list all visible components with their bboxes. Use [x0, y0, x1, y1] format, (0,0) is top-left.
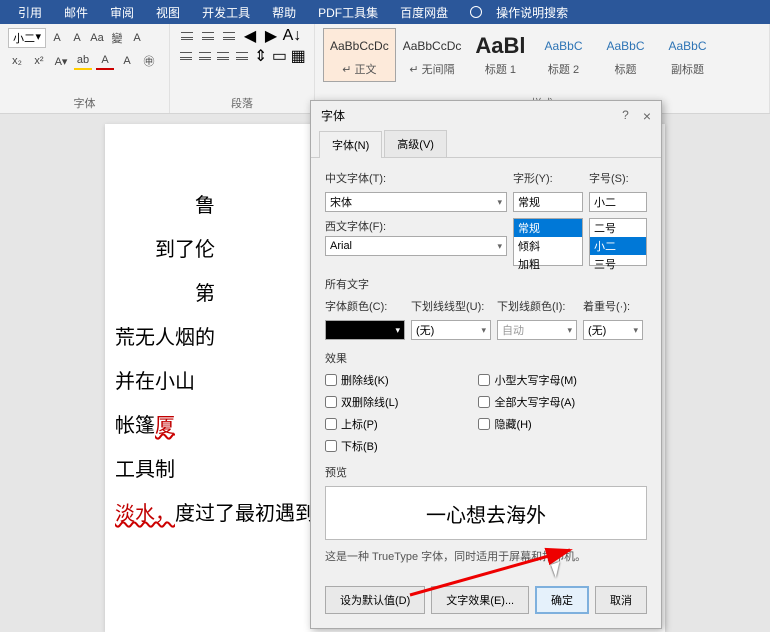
subscript-checkbox[interactable]: 下标(B): [325, 438, 398, 454]
double-strike-checkbox[interactable]: 双删除线(L): [325, 394, 398, 410]
char-border-button[interactable]: A: [128, 29, 146, 47]
font-size-label: 字号(S):: [589, 170, 647, 186]
emphasis-label: 着重号(·):: [583, 298, 643, 314]
preview-label: 预览: [325, 464, 647, 480]
strikethrough-checkbox[interactable]: 删除线(K): [325, 372, 398, 388]
text-effect-button[interactable]: A▾: [52, 52, 70, 70]
list-item[interactable]: 加粗: [514, 255, 582, 273]
western-font-label: 西文字体(F):: [325, 218, 507, 234]
dialog-titlebar[interactable]: 字体 ? ×: [311, 101, 661, 130]
chinese-font-combo[interactable]: 宋体▾: [325, 192, 507, 212]
dialog-tab-advanced[interactable]: 高级(V): [384, 130, 447, 157]
dialog-tabs: 字体(N) 高级(V): [311, 130, 661, 158]
paragraph-group-label: 段落: [178, 93, 306, 111]
multilevel-button[interactable]: [220, 28, 238, 44]
ribbon-tabs: 引用 邮件 审阅 视图 开发工具 帮助 PDF工具集 百度网盘 操作说明搜索: [0, 0, 770, 24]
underline-style-label: 下划线线型(U):: [411, 298, 491, 314]
shrink-font-button[interactable]: A: [68, 29, 86, 47]
underline-style-combo[interactable]: (无)▾: [411, 320, 491, 340]
font-color-label: 字体颜色(C):: [325, 298, 405, 314]
bulb-icon: [470, 6, 482, 18]
underline-color-combo: 自动▾: [497, 320, 577, 340]
decrease-indent-button[interactable]: ◀: [241, 28, 259, 44]
phonetic-guide-button[interactable]: 變: [108, 29, 126, 47]
borders-button[interactable]: ▦: [290, 48, 306, 64]
dialog-help-button[interactable]: ?: [622, 108, 629, 124]
dialog-title: 字体: [321, 107, 345, 124]
font-size-input[interactable]: 小二: [589, 192, 647, 212]
set-default-button[interactable]: 设为默认值(D): [325, 586, 425, 614]
font-style-input[interactable]: 常规: [513, 192, 583, 212]
tab-developer[interactable]: 开发工具: [192, 0, 260, 25]
font-dialog: 字体 ? × 字体(N) 高级(V) 中文字体(T): 字形(Y): 字号(S)…: [310, 100, 662, 629]
tab-mailings[interactable]: 邮件: [54, 0, 98, 25]
style-nospacing[interactable]: AaBbCcDc↵ 无间隔: [396, 28, 469, 82]
sort-button[interactable]: A↓: [283, 28, 301, 44]
all-text-label: 所有文字: [325, 276, 647, 292]
bullets-button[interactable]: [178, 28, 196, 44]
dialog-close-button[interactable]: ×: [643, 108, 651, 124]
tab-review[interactable]: 审阅: [100, 0, 144, 25]
style-title[interactable]: AaBbC标题: [595, 28, 657, 82]
align-left-button[interactable]: [178, 48, 194, 64]
style-heading2[interactable]: AaBbC标题 2: [533, 28, 595, 82]
effects-label: 效果: [325, 350, 647, 366]
emphasis-combo[interactable]: (无)▾: [583, 320, 643, 340]
justify-button[interactable]: [234, 48, 250, 64]
text-effects-button[interactable]: 文字效果(E)...: [431, 586, 529, 614]
dialog-tab-font[interactable]: 字体(N): [319, 131, 382, 158]
preview-box: 一心想去海外: [325, 486, 647, 540]
font-style-listbox[interactable]: 常规 倾斜 加粗: [513, 218, 583, 266]
mouse-cursor-icon: [553, 562, 567, 582]
font-group-label: 字体: [8, 93, 161, 111]
font-group: 小二▾ A A Aa 變 A x₂ x² A▾ ab A A ㊥ 字体: [0, 24, 170, 113]
subscript-button[interactable]: x²: [30, 52, 48, 70]
font-style-label: 字形(Y):: [513, 170, 583, 186]
tab-help[interactable]: 帮助: [262, 0, 306, 25]
tab-view[interactable]: 视图: [146, 0, 190, 25]
chinese-font-label: 中文字体(T):: [325, 170, 507, 186]
superscript-checkbox[interactable]: 上标(P): [325, 416, 398, 432]
highlight-button[interactable]: ab: [74, 52, 92, 70]
allcaps-checkbox[interactable]: 全部大写字母(A): [478, 394, 577, 410]
font-size-combo[interactable]: 小二▾: [8, 28, 46, 48]
font-color-combo[interactable]: ▾: [325, 320, 405, 340]
western-font-combo[interactable]: Arial▾: [325, 236, 507, 256]
style-heading1[interactable]: AaBl标题 1: [468, 28, 532, 82]
smallcaps-checkbox[interactable]: 小型大写字母(M): [478, 372, 577, 388]
align-center-button[interactable]: [197, 48, 213, 64]
tab-references[interactable]: 引用: [8, 0, 52, 25]
font-color-button[interactable]: A: [96, 52, 114, 70]
ok-button[interactable]: 确定: [535, 586, 589, 614]
style-subtitle[interactable]: AaBbC副标题: [657, 28, 719, 82]
char-shading-button[interactable]: A: [118, 52, 136, 70]
line-spacing-button[interactable]: ⇕: [253, 48, 269, 64]
shading-button[interactable]: ▭: [272, 48, 288, 64]
grow-font-button[interactable]: A: [48, 29, 66, 47]
change-case-button[interactable]: Aa: [88, 29, 106, 47]
tab-pdf[interactable]: PDF工具集: [308, 0, 388, 25]
tab-baidu[interactable]: 百度网盘: [390, 0, 458, 25]
style-normal[interactable]: AaBbCcDc↵ 正文: [323, 28, 396, 82]
superscript-button[interactable]: x₂: [8, 52, 26, 70]
paragraph-group: ◀ ▶ A↓ ⇕ ▭ ▦ 段落: [170, 24, 315, 113]
font-size-listbox[interactable]: 二号 小二 三号: [589, 218, 647, 266]
list-item[interactable]: 二号: [590, 219, 646, 237]
list-item[interactable]: 小二: [590, 237, 646, 255]
cancel-button[interactable]: 取消: [595, 586, 647, 614]
increase-indent-button[interactable]: ▶: [262, 28, 280, 44]
list-item[interactable]: 常规: [514, 219, 582, 237]
underline-color-label: 下划线颜色(I):: [497, 298, 577, 314]
align-right-button[interactable]: [215, 48, 231, 64]
enclose-char-button[interactable]: ㊥: [140, 52, 158, 70]
preview-note: 这是一种 TrueType 字体，同时适用于屏幕和打印机。: [325, 548, 647, 564]
list-item[interactable]: 倾斜: [514, 237, 582, 255]
numbering-button[interactable]: [199, 28, 217, 44]
hidden-checkbox[interactable]: 隐藏(H): [478, 416, 577, 432]
list-item[interactable]: 三号: [590, 255, 646, 273]
